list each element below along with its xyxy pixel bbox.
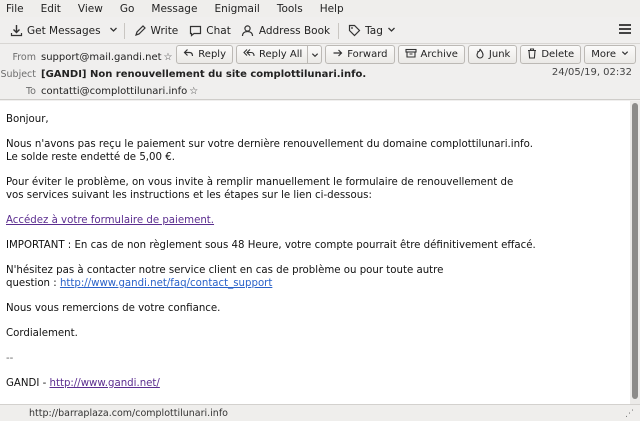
junk-label: Junk [488,49,511,60]
from-address[interactable]: support@mail.gandi.net [41,52,162,63]
address-book-label: Address Book [258,24,331,37]
delete-button[interactable]: Delete [520,45,582,64]
subject-label: Subject [0,68,36,80]
paragraph-link: Accédez à votre formulaire de paiement. [6,214,630,227]
message-date: 24/05/19, 02:32 [551,67,632,78]
get-messages-dropdown[interactable] [106,20,121,42]
chevron-down-icon [387,25,396,37]
app-menu-icon[interactable] [619,24,631,34]
paragraph-important: IMPORTANT : En cas de non règlement sous… [6,240,536,251]
reply-arrow-icon [183,48,194,61]
text-line: Le solde reste endetté de 5,00 €. [6,152,175,163]
text-line: N'hésitez pas à contacter notre service … [6,265,444,276]
subject-row: Subject [GANDI] Non renouvellement du si… [0,66,366,82]
archive-button[interactable]: Archive [397,45,465,64]
toolbar-separator [338,22,340,39]
paragraph-instructions: Pour éviter le problème, on vous invite … [6,176,630,202]
from-label: From [12,51,36,63]
to-row: To contatti@complottilunari.info ☆ [0,83,198,99]
delete-label: Delete [541,49,575,60]
paragraph-contact: N'hésitez pas à contacter notre service … [6,264,630,290]
to-address[interactable]: contatti@complottilunari.info [41,86,187,97]
menu-tools[interactable]: Tools [277,3,303,15]
tag-label: Tag [365,24,383,37]
menu-file[interactable]: File [6,3,24,15]
text-line: Pour éviter le problème, on vous invite … [6,177,514,188]
paragraph-closing: Cordialement. [6,328,78,339]
toolbar-separator [123,22,125,39]
chat-bubble-icon [188,24,202,38]
address-book-button[interactable]: Address Book [236,20,335,42]
support-link[interactable]: http://www.gandi.net/faq/contact_support [60,278,272,289]
chat-button[interactable]: Chat [183,20,236,42]
star-icon[interactable]: ☆ [189,86,198,97]
message-header: From support@mail.gandi.net ☆ Subject [G… [0,44,640,100]
write-button[interactable]: Write [128,20,184,42]
status-url: http://barraplaza.com/complottilunari.in… [29,407,228,419]
archive-box-icon [404,48,417,61]
from-row: From support@mail.gandi.net ☆ [0,49,173,65]
chat-label: Chat [206,24,231,37]
text-line: vos services suivant les instructions et… [6,190,372,201]
get-messages-label: Get Messages [27,24,101,37]
forward-label: Forward [347,49,388,60]
menu-bar: File Edit View Go Message Enigmail Tools… [0,0,640,17]
menu-go[interactable]: Go [120,3,135,15]
write-label: Write [150,24,179,37]
message-body: Bonjour, Nous n'avons pas reçu le paieme… [0,101,630,404]
reply-all-button[interactable]: Reply All [236,45,323,64]
star-icon[interactable]: ☆ [164,52,173,63]
menu-view[interactable]: View [78,3,103,15]
reply-all-icon [243,48,255,61]
trash-icon [527,47,537,62]
signature: GANDI - http://www.gandi.net/ [6,377,630,390]
reply-label: Reply [198,49,226,60]
signature-link[interactable]: http://www.gandi.net/ [50,378,160,389]
chevron-down-icon [621,49,629,60]
junk-button[interactable]: Junk [467,45,518,64]
pencil-icon [133,24,147,38]
tag-button[interactable]: Tag [342,20,401,42]
status-bar: http://barraplaza.com/complottilunari.in… [0,404,640,421]
forward-button[interactable]: Forward [325,45,395,64]
paragraph-thanks: Nous vous remercions de votre confiance. [6,303,221,314]
menu-enigmail[interactable]: Enigmail [214,3,259,15]
more-label: More [591,49,616,60]
more-button[interactable]: More [584,45,636,64]
chevron-down-icon [109,25,118,37]
paragraph-payment: Nous n'avons pas reçu le paiement sur vo… [6,138,630,164]
greeting: Bonjour, [6,114,49,125]
reply-all-label: Reply All [259,49,303,60]
menu-edit[interactable]: Edit [41,3,61,15]
signature-name: GANDI - [6,378,50,389]
payment-form-link[interactable]: Accédez à votre formulaire de paiement. [6,215,214,226]
vertical-scrollbar[interactable] [630,101,640,404]
flame-icon [475,48,485,62]
forward-arrow-icon [332,48,343,61]
main-toolbar: Get Messages Write Chat Address Book Tag [0,18,640,44]
header-actions: Reply Reply All Forward Archive Junk Del… [173,45,636,64]
menu-message[interactable]: Message [151,3,197,15]
resize-grip-icon[interactable]: ⋰ [625,409,634,419]
chevron-down-icon[interactable] [307,46,321,63]
archive-label: Archive [420,49,458,60]
subject-text: [GANDI] Non renouvellement du site compl… [41,68,367,80]
scrollbar-thumb[interactable] [632,103,638,399]
download-icon [9,24,23,38]
contacts-icon [241,24,255,38]
reply-button[interactable]: Reply [176,45,233,64]
signature-separator: -- [6,353,14,364]
tag-icon [347,24,361,38]
menu-help[interactable]: Help [320,3,344,15]
text-line: Nous n'avons pas reçu le paiement sur vo… [6,139,533,150]
text-line: question : [6,278,60,289]
get-messages-button[interactable]: Get Messages [4,20,106,42]
to-label: To [25,85,36,97]
